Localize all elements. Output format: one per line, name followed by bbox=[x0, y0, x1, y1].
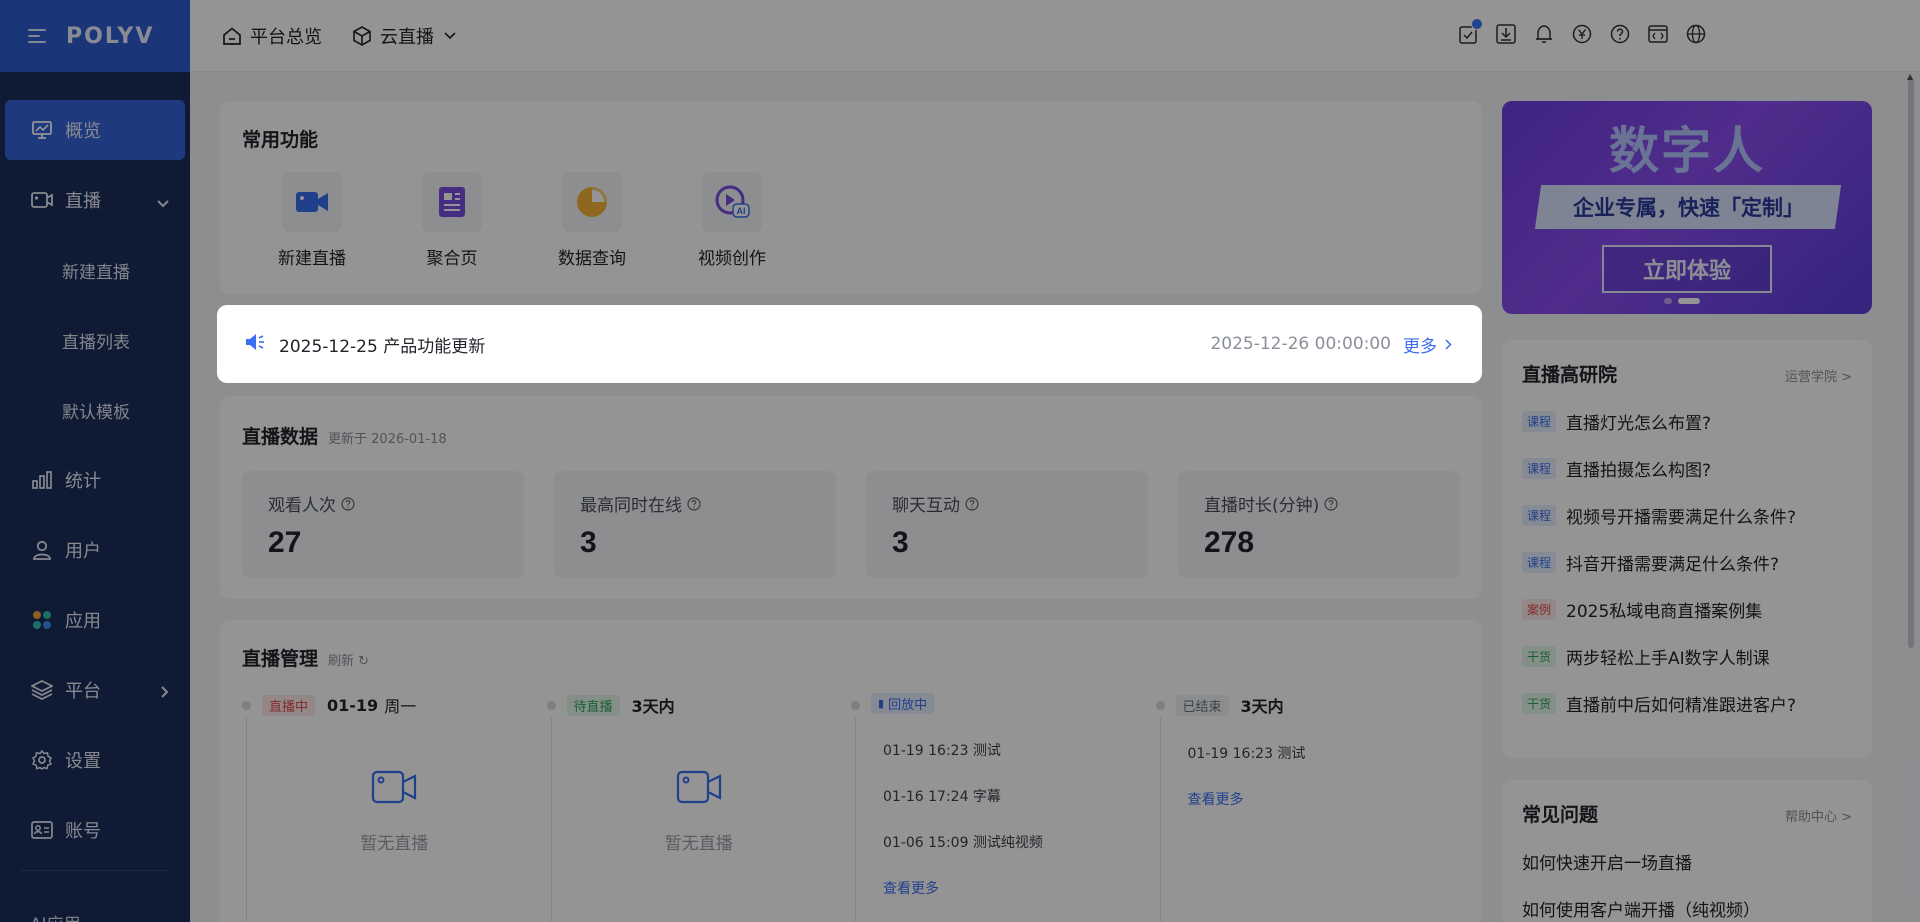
announcement-more-link[interactable]: 更多 bbox=[1403, 332, 1452, 357]
announcement-text[interactable]: 2025-12-25 产品功能更新 bbox=[279, 332, 485, 357]
more-label: 更多 bbox=[1403, 336, 1437, 357]
speaker-icon bbox=[245, 333, 265, 355]
announcement-bar[interactable]: 2025-12-25 产品功能更新 2025-12-26 00:00:00 更多 bbox=[217, 305, 1482, 383]
chevron-right-icon bbox=[1445, 338, 1452, 350]
announcement-date: 2025-12-26 00:00:00 bbox=[1210, 334, 1391, 354]
modal-overlay[interactable] bbox=[0, 0, 1920, 922]
